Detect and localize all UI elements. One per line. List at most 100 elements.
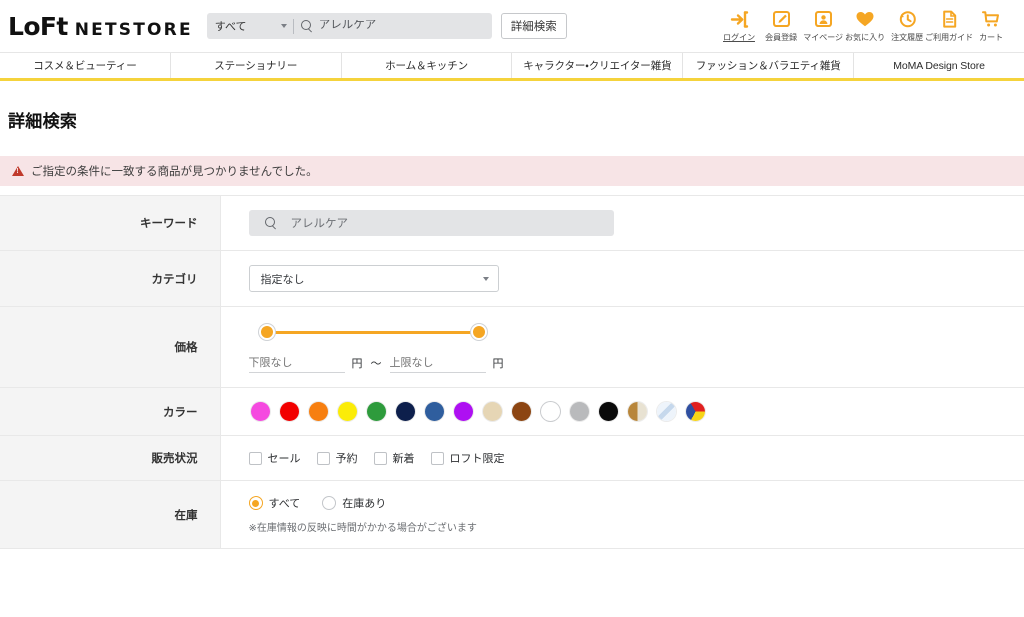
color-swatch-gray[interactable] [569, 402, 589, 421]
color-swatch-blue[interactable] [424, 402, 444, 421]
color-swatch-navy[interactable] [395, 402, 415, 421]
label-keyword: キーワード [0, 195, 221, 251]
stock-note: ※在庫情報の反映に時間がかかる場合がございます [248, 523, 477, 534]
utility-item-favorites[interactable]: お気に入り [844, 10, 886, 43]
site-header: LoFt NETSTORE すべて アレルケア 詳細検索 ログイン 会員登録 マ… [0, 0, 1024, 52]
form-row-keyword: キーワード アレルケア [0, 195, 1024, 251]
nav-item-cosme-beauty[interactable]: コスメ＆ビューティー [0, 53, 171, 78]
color-swatch-pink[interactable] [250, 402, 270, 421]
color-swatch-red[interactable] [279, 402, 299, 421]
search-divider [292, 18, 294, 34]
login-arrow-icon [730, 10, 749, 29]
radio-dot-stock-in-stock [326, 500, 333, 507]
price-slider-max-handle[interactable] [470, 324, 487, 340]
warning-triangle-icon [12, 166, 24, 176]
form-row-category: カテゴリ 指定なし [0, 250, 1024, 307]
form-row-status: 販売状況 セール 予約 新着 ロフト限定 [0, 435, 1024, 481]
checkbox-new-arrival[interactable]: 新着 [373, 450, 415, 466]
keyword-input-value: アレルケア [290, 218, 349, 230]
document-icon [941, 10, 958, 29]
radio-box-stock-in-stock[interactable] [322, 496, 337, 510]
search-input[interactable]: アレルケア [319, 20, 377, 32]
color-swatch-orange[interactable] [308, 402, 328, 421]
price-range-slider[interactable] [258, 323, 487, 341]
nav-item-home-kitchen[interactable]: ホーム＆キッチン [342, 53, 513, 78]
chevron-down-icon [482, 276, 489, 281]
nav-item-character-creator[interactable]: キャラクター・クリエイター雑貨 [512, 53, 684, 78]
checkbox-label-reservation: 予約 [335, 453, 358, 465]
radio-box-stock-all[interactable] [248, 496, 263, 510]
color-swatch-list [249, 402, 1024, 421]
utility-item-guide[interactable]: ご利用ガイド [925, 10, 973, 43]
price-min-unit: 円 [351, 358, 363, 370]
price-slider-min-handle[interactable] [258, 324, 275, 340]
color-swatch-brown[interactable] [511, 402, 531, 421]
utility-label-mypage: マイページ [803, 32, 843, 42]
stock-radio-group: すべて 在庫あり [248, 495, 1024, 511]
logo-mark-text: LoFt [8, 11, 68, 41]
no-results-alert: ご指定の条件に一致する商品が見つかりませんでした。 [0, 156, 1024, 186]
price-min-input[interactable] [248, 357, 345, 373]
checkbox-reservation[interactable]: 予約 [316, 450, 358, 466]
label-price: 価格 [0, 306, 221, 388]
color-swatch-yellow[interactable] [337, 402, 357, 421]
utility-item-login[interactable]: ログイン [718, 10, 760, 43]
utility-item-cart[interactable]: カート [970, 10, 1012, 43]
price-slider-track [264, 331, 481, 334]
color-swatch-purple[interactable] [453, 402, 473, 421]
checkbox-box-sale[interactable] [248, 451, 262, 465]
radio-stock-all[interactable]: すべて [248, 495, 300, 511]
field-color [220, 387, 1024, 436]
radio-stock-in-stock[interactable]: 在庫あり [322, 495, 386, 511]
advanced-search-form: キーワード アレルケア カテゴリ 指定なし 価格 下限なし 円 ～ 上限なし 円… [0, 195, 1024, 549]
price-max-input[interactable] [389, 357, 486, 373]
category-select[interactable]: 指定なし [248, 265, 499, 292]
checkbox-box-reservation[interactable] [316, 451, 330, 465]
color-swatch-green[interactable] [366, 402, 386, 421]
search-scope-select[interactable]: すべて [215, 18, 293, 34]
color-swatch-silver[interactable] [656, 402, 676, 421]
site-logo[interactable]: LoFt NETSTORE [8, 14, 193, 39]
advanced-search-button[interactable]: 詳細検索 [500, 13, 567, 39]
keyword-input[interactable]: アレルケア [248, 210, 614, 236]
radio-label-stock-in-stock: 在庫あり [342, 498, 387, 510]
pencil-edit-icon [772, 10, 791, 29]
nav-item-stationery[interactable]: ステーショナリー [171, 53, 342, 78]
alert-message: ご指定の条件に一致する商品が見つかりませんでした。 [31, 166, 318, 178]
checkbox-sale[interactable]: セール [248, 450, 301, 466]
utility-item-order-history[interactable]: 注文履歴 [886, 10, 928, 43]
header-search-area: すべて アレルケア 詳細検索 [206, 13, 567, 39]
color-swatch-beige[interactable] [482, 402, 502, 421]
label-stock: 在庫 [0, 480, 221, 549]
field-keyword: アレルケア [220, 195, 1024, 251]
search-scope-label: すべて [214, 21, 247, 33]
category-select-value: 指定なし [260, 273, 305, 286]
form-row-stock: 在庫 すべて 在庫あり ※在庫情報の反映に時間がかかる場合がございます [0, 480, 1024, 549]
color-swatch-white[interactable] [540, 402, 560, 421]
checkbox-box-new-arrival[interactable] [373, 451, 387, 465]
color-swatch-multicolor[interactable] [685, 402, 705, 421]
chevron-down-icon [280, 24, 287, 28]
utility-label-guide: ご利用ガイド [925, 32, 973, 42]
person-card-icon [814, 10, 833, 29]
price-max-unit: 円 [492, 358, 504, 370]
nav-item-moma-design-store[interactable]: MoMA Design Store [854, 53, 1024, 78]
form-row-price: 価格 円 ～ 円 [0, 306, 1024, 388]
color-swatch-gold[interactable] [627, 402, 647, 421]
checkbox-box-loft-exclusive[interactable] [430, 451, 444, 465]
field-status: セール 予約 新着 ロフト限定 [220, 435, 1024, 481]
utility-label-favorites: お気に入り [845, 32, 885, 42]
utility-label-order-history: 注文履歴 [891, 32, 923, 42]
nav-item-fashion-variety[interactable]: ファッション＆バラエティ雑貨 [683, 53, 855, 78]
clock-history-icon [898, 10, 917, 29]
form-row-color: カラー [0, 387, 1024, 436]
category-nav: コスメ＆ビューティー ステーショナリー ホーム＆キッチン キャラクター・クリエイ… [0, 52, 1024, 81]
checkbox-label-loft-exclusive: ロフト限定 [449, 453, 505, 465]
utility-item-mypage[interactable]: マイページ [802, 10, 844, 43]
color-swatch-black[interactable] [598, 402, 618, 421]
utility-item-register[interactable]: 会員登録 [760, 10, 802, 43]
price-range-separator: ～ [370, 358, 382, 370]
search-bar[interactable]: すべて アレルケア [206, 13, 492, 39]
label-status: 販売状況 [0, 435, 221, 481]
checkbox-loft-exclusive[interactable]: ロフト限定 [430, 450, 505, 466]
